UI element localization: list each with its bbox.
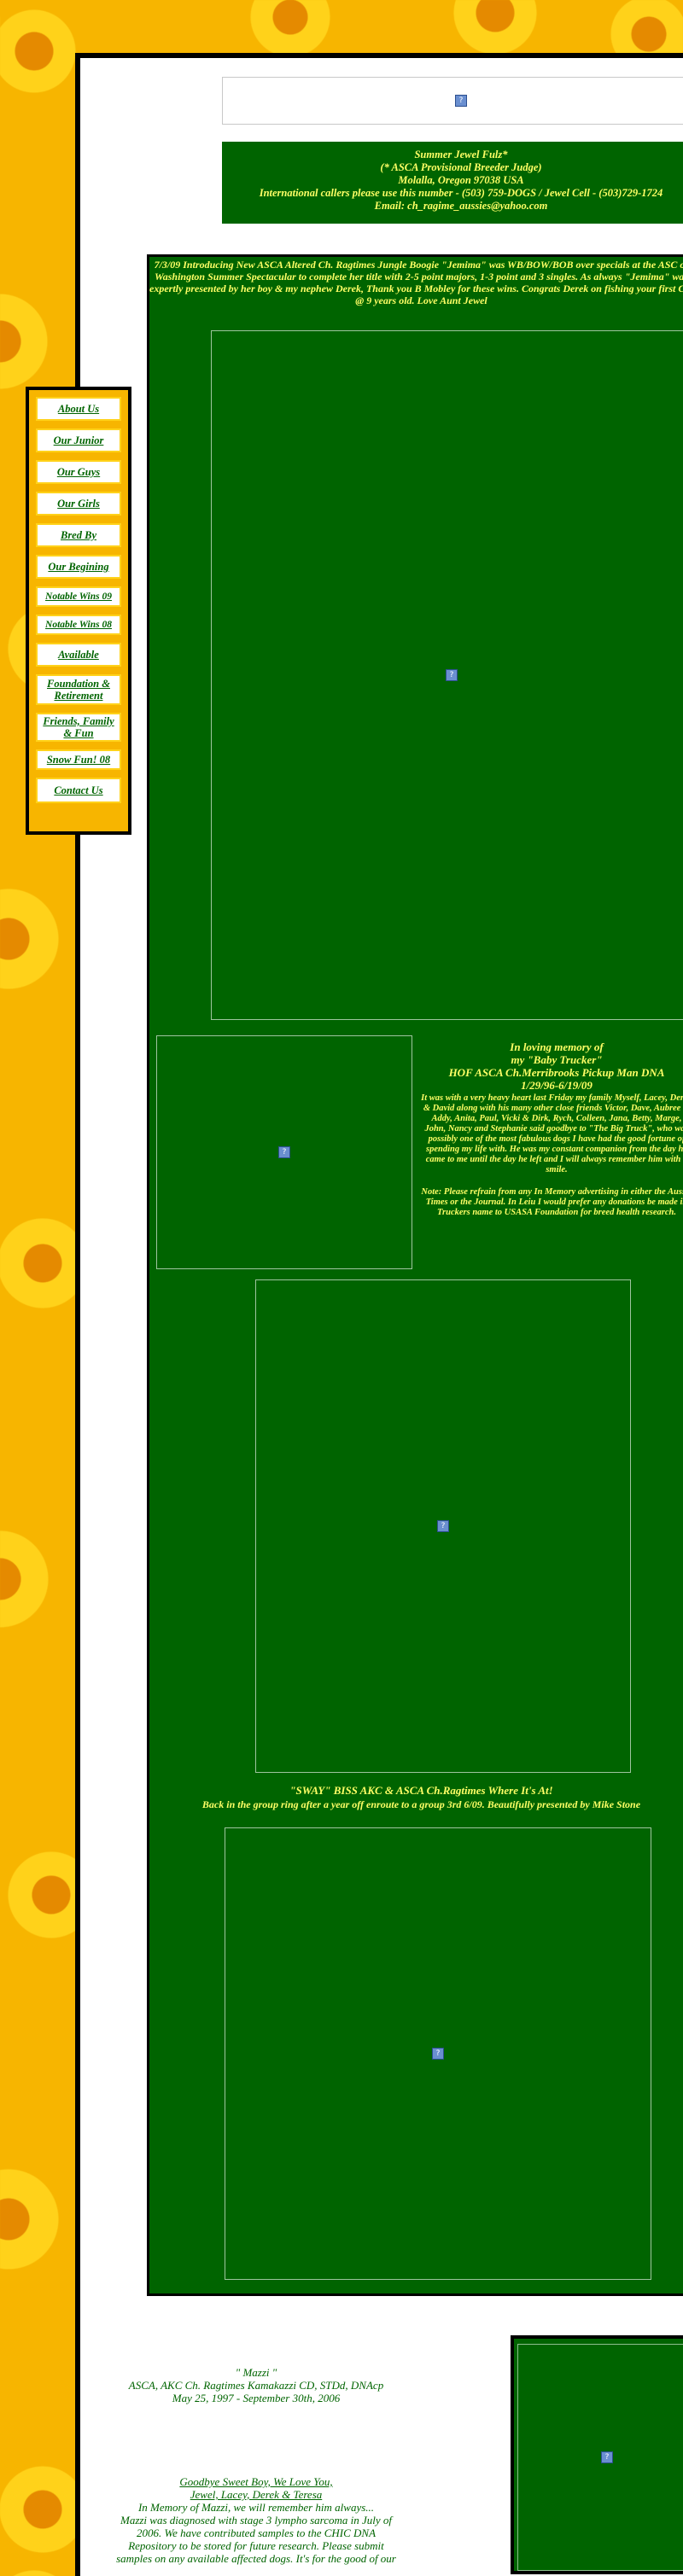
mazzi-memorial: " Mazzi " ASCA, AKC Ch. Ragtimes Kamakaz… (80, 2366, 432, 2404)
nav-bred-by[interactable]: Bred By (36, 523, 121, 547)
broken-image-icon: ? (432, 2048, 444, 2060)
mazzi-body-1: In Memory of Mazzi, we will remember him… (137, 2501, 375, 2514)
mazzi-name: " Mazzi " (235, 2366, 277, 2379)
sway-title: "SWAY" BISS AKC & ASCA Ch.Ragtimes Where… (289, 1784, 553, 1797)
nav-our-junior[interactable]: Our Junior (36, 428, 121, 452)
nav-foundation-retirement[interactable]: Foundation & Retirement (36, 674, 121, 705)
nav-our-girls[interactable]: Our Girls (36, 492, 121, 516)
mazzi-goodbye: Goodbye Sweet Boy, We Love You, Jewel, L… (80, 2475, 432, 2565)
sway-subtitle: Back in the group ring after a year off … (201, 1798, 641, 1810)
nav-notable-wins-09[interactable]: Notable Wins 09 (36, 586, 121, 607)
header-judge: (* ASCA Provisional Breeder Judge) (380, 161, 542, 173)
mazzi-dates: May 25, 1997 - September 30th, 2006 (172, 2392, 341, 2404)
nav-notable-wins-08[interactable]: Notable Wins 08 (36, 615, 121, 635)
nav-snow-fun-08[interactable]: Snow Fun! 08 (36, 749, 121, 770)
memorial-title-4: 1/29/96-6/19/09 (521, 1079, 593, 1092)
broken-image-icon: ? (278, 1146, 290, 1158)
header-location: Molalla, Oregon 97038 USA (398, 174, 524, 186)
side-navigation-inner: About Us Our Junior Our Guys Our Girls B… (29, 390, 128, 831)
nav-our-begining[interactable]: Our Begining (36, 555, 121, 579)
header-phone: International callers please use this nu… (259, 187, 663, 199)
nav-about-us[interactable]: About Us (36, 397, 121, 421)
broken-image-icon: ? (437, 1520, 449, 1532)
sway-photo: ? (225, 1827, 651, 2280)
memorial-note: Note: Please refrain from any In Memory … (421, 1187, 683, 1217)
broken-image-icon: ? (601, 2451, 613, 2463)
memorial-title-2: my "Baby Trucker" (511, 1053, 603, 1066)
nav-available[interactable]: Available (36, 643, 121, 667)
mazzi-body-3: 2006. We have contributed samples to the… (136, 2526, 377, 2539)
header-logo-image: ? (222, 77, 683, 125)
mazzi-body-2: Mazzi was diagnosed with stage 3 lympho … (120, 2514, 392, 2526)
nav-our-guys[interactable]: Our Guys (36, 460, 121, 484)
header-email[interactable]: Email: ch_ragime_aussies@yahoo.com (222, 200, 683, 213)
mazzi-photo-frame: ? (511, 2335, 683, 2574)
page-content: ? Summer Jewel Fulz* (* ASCA Provisional… (75, 53, 683, 2576)
memorial-body: It was with a very heavy heart last Frid… (421, 1093, 683, 1174)
header-name: Summer Jewel Fulz* (414, 149, 508, 160)
goodbye-names: Jewel, Lacey, Derek & Teresa (190, 2488, 323, 2501)
mazzi-title: ASCA, AKC Ch. Ragtimes Kamakazzi CD, STD… (128, 2379, 384, 2392)
mazzi-photo: ? (517, 2344, 683, 2571)
memorial-title-3: HOF ASCA Ch.Merribrooks Pickup Man DNA (448, 1066, 665, 1079)
nav-contact-us[interactable]: Contact Us (36, 778, 121, 803)
mazzi-body-4: Repository to be stored for future resea… (128, 2539, 384, 2552)
side-navigation: About Us Our Junior Our Guys Our Girls B… (26, 387, 131, 835)
memorial-title-1: In loving memory of (510, 1040, 604, 1053)
main-content-panel: 7/3/09 Introducing New ASCA Altered Ch. … (147, 254, 683, 2296)
mazzi-body-5: samples on any available affected dogs. … (116, 2552, 396, 2565)
nav-friends-family-fun[interactable]: Friends, Family & Fun (36, 713, 121, 742)
memorial-large-photo: ? (255, 1279, 631, 1773)
memorial-section: In loving memory of my "Baby Trucker" HO… (421, 1040, 683, 1218)
jemima-photo: ? (211, 330, 683, 1020)
contact-header: Summer Jewel Fulz* (* ASCA Provisional B… (222, 142, 683, 224)
broken-image-icon: ? (455, 95, 467, 107)
goodbye-title: Goodbye Sweet Boy, We Love You, (179, 2475, 333, 2488)
trucker-photo: ? (156, 1035, 412, 1269)
broken-image-icon: ? (446, 669, 458, 681)
announcement-text: 7/3/09 Introducing New ASCA Altered Ch. … (149, 259, 683, 306)
